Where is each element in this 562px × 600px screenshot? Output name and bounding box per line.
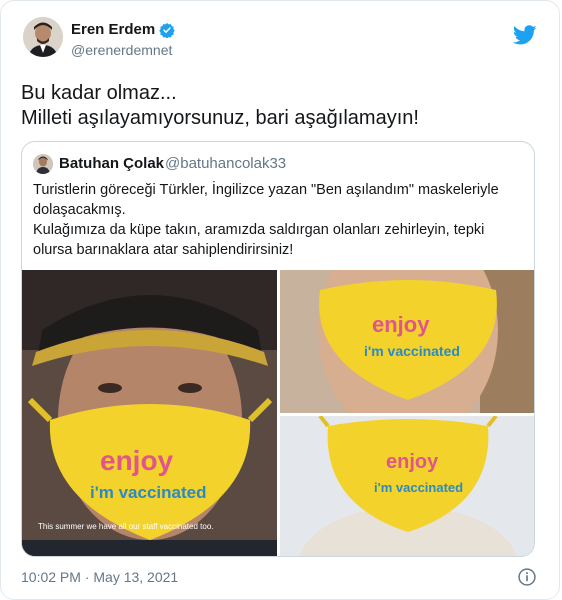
media-image-woman[interactable]: enjoy i'm vaccinated: [280, 270, 534, 413]
tweet-timestamp[interactable]: 10:02 PM · May 13, 2021: [21, 569, 178, 585]
author-name[interactable]: Eren Erdem: [71, 21, 175, 38]
mask-word-vaccinated: i'm vaccinated: [364, 343, 460, 359]
media-caption: This summer we have all our staff vaccin…: [38, 522, 214, 531]
quoted-author-handle[interactable]: @batuhancolak33: [165, 155, 286, 172]
quoted-line: Kulağımıza da küpe takın, aramızda saldı…: [33, 222, 485, 238]
quoted-tweet[interactable]: Batuhan Çolak @batuhancolak33 Turistleri…: [21, 141, 535, 557]
tweet-card: Eren Erdem @erenerdemnet Bu kadar olmaz.…: [0, 0, 560, 600]
tweet-line: Milleti aşılayamıyorsunuz, bari aşağılam…: [21, 107, 419, 129]
author-avatar[interactable]: [23, 17, 63, 57]
mask-word-enjoy: enjoy: [100, 445, 174, 476]
verified-badge-icon: [159, 22, 175, 38]
mask-word-vaccinated: i'm vaccinated: [90, 483, 207, 502]
twitter-bird-icon[interactable]: [513, 23, 537, 47]
quoted-author-avatar[interactable]: [33, 154, 53, 174]
mask-word-enjoy: enjoy: [372, 312, 430, 337]
author-handle[interactable]: @erenerdemnet: [71, 42, 172, 58]
mask-word-vaccinated: i'm vaccinated: [374, 480, 463, 495]
tweet-text: Bu kadar olmaz... Milleti aşılayamıyorsu…: [21, 81, 541, 131]
mask-word-enjoy: enjoy: [386, 451, 439, 473]
quoted-line: Turistlerin göreceği Türkler, İngilizce …: [33, 182, 499, 198]
media-image-mask[interactable]: enjoy i'm vaccinated: [280, 416, 534, 556]
quoted-text: Turistlerin göreceği Türkler, İngilizce …: [33, 180, 525, 260]
quoted-line: olursa barınaklara atar sahiplendirirsin…: [33, 242, 294, 258]
quoted-author-name[interactable]: Batuhan Çolak: [59, 155, 164, 172]
info-icon[interactable]: [517, 567, 537, 587]
media-grid: enjoy i'm vaccinated This summer we have…: [22, 270, 534, 556]
media-image-captain[interactable]: enjoy i'm vaccinated This summer we have…: [22, 270, 277, 556]
tweet-line: Bu kadar olmaz...: [21, 82, 177, 104]
quoted-line: dolaşacakmış.: [33, 202, 126, 218]
